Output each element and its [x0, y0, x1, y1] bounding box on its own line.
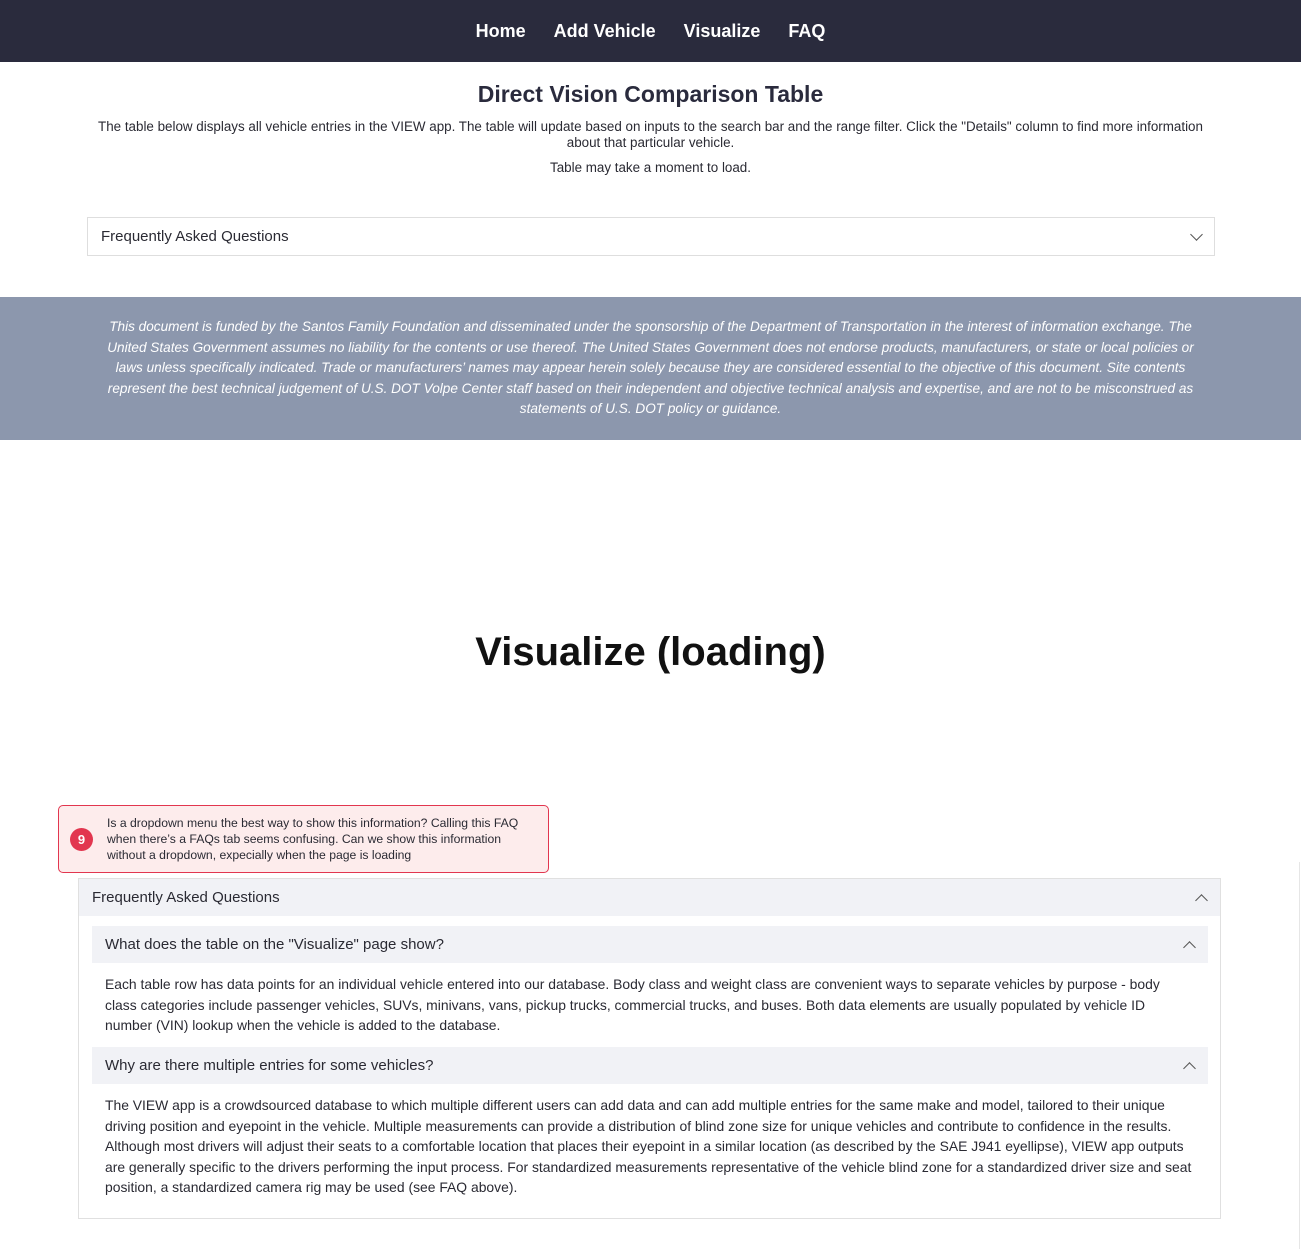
- chevron-up-icon[interactable]: [1183, 940, 1196, 954]
- nav-home-link[interactable]: Home: [476, 21, 526, 42]
- faq-answer-2: The VIEW app is a crowdsourced database …: [105, 1097, 1192, 1196]
- disclaimer-footer: This document is funded by the Santos Fa…: [0, 297, 1301, 440]
- faq-accordion-collapsed[interactable]: Frequently Asked Questions: [87, 217, 1215, 256]
- review-comment: 9 Is a dropdown menu the best way to sho…: [58, 805, 549, 873]
- faq-accordion-label: Frequently Asked Questions: [92, 889, 280, 906]
- faq-accordion-expanded: Frequently Asked Questions What does the…: [78, 878, 1221, 1219]
- comment-text: Is a dropdown menu the best way to show …: [107, 816, 519, 862]
- faq-accordion-label: Frequently Asked Questions: [101, 228, 289, 245]
- faq-question-text: Why are there multiple entries for some …: [105, 1057, 434, 1074]
- nav-visualize-link[interactable]: Visualize: [684, 21, 761, 42]
- scrollbar-edge: [1299, 862, 1300, 1249]
- faq-answer-1: Each table row has data points for an in…: [105, 976, 1160, 1034]
- chevron-down-icon[interactable]: [1190, 227, 1203, 241]
- page-title: Direct Vision Comparison Table: [477, 81, 824, 107]
- faq-question-2[interactable]: Why are there multiple entries for some …: [92, 1047, 1208, 1084]
- faq-accordion-header[interactable]: Frequently Asked Questions: [79, 879, 1220, 916]
- nav-add-vehicle-link[interactable]: Add Vehicle: [554, 21, 656, 42]
- chevron-up-icon[interactable]: [1183, 1061, 1196, 1075]
- faq-question-1[interactable]: What does the table on the "Visualize" p…: [92, 926, 1208, 963]
- chevron-up-icon[interactable]: [1195, 893, 1208, 907]
- comment-number-badge: 9: [70, 828, 93, 851]
- section-label: Visualize (loading): [475, 630, 826, 674]
- disclaimer-text: This document is funded by the Santos Fa…: [107, 319, 1194, 417]
- loading-note: Table may take a moment to load.: [550, 160, 751, 175]
- faq-question-text: What does the table on the "Visualize" p…: [105, 936, 444, 953]
- nav-faq-link[interactable]: FAQ: [788, 21, 825, 42]
- page-intro: The table below displays all vehicle ent…: [98, 119, 1203, 150]
- top-navbar: Home Add Vehicle Visualize FAQ: [0, 0, 1301, 62]
